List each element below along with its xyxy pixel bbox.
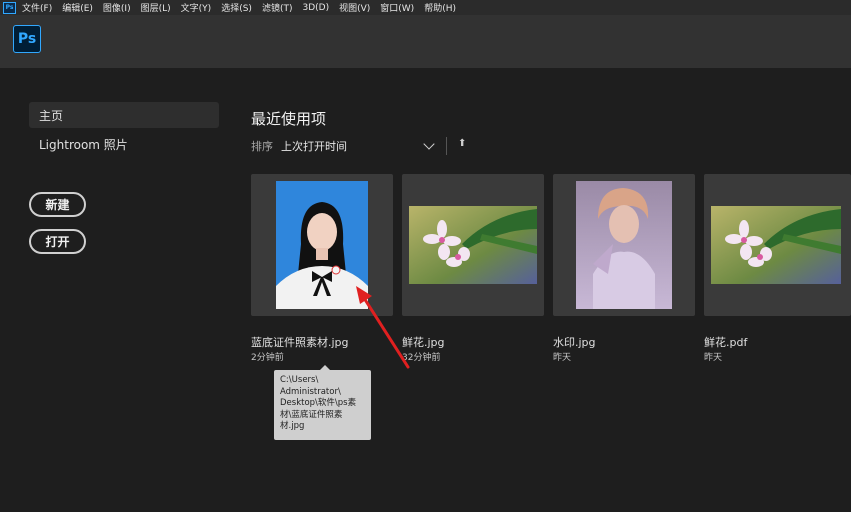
annotation-arrow <box>356 286 410 369</box>
